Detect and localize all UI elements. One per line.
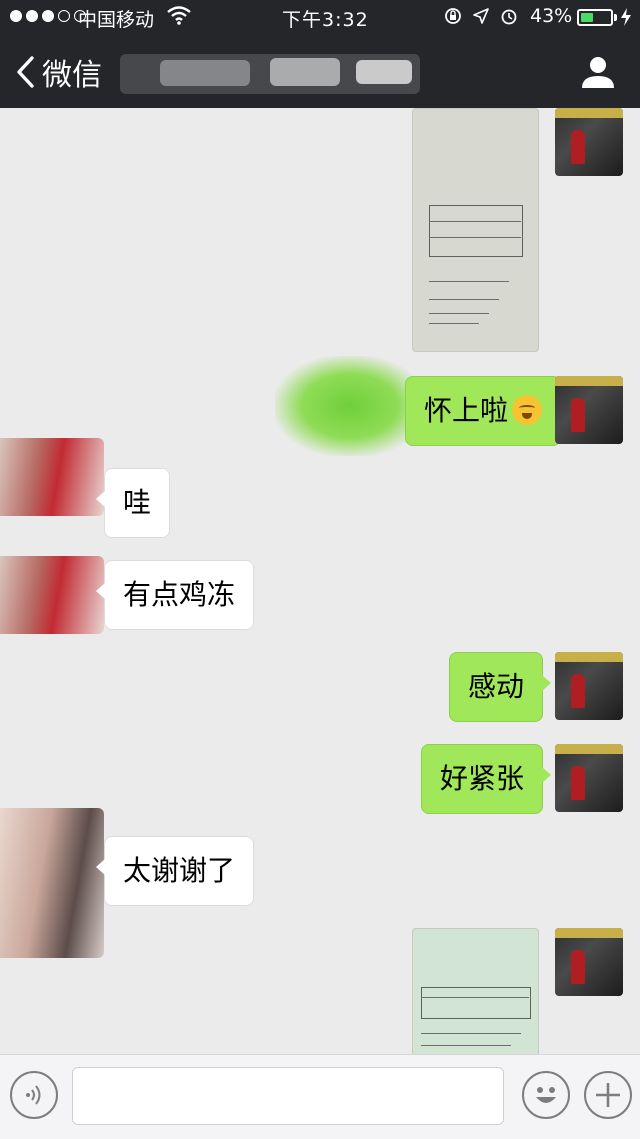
image-message[interactable] [412,928,539,1054]
message-text: 有点鸡冻 [123,578,236,611]
my-avatar[interactable] [555,652,623,720]
my-avatar[interactable] [555,108,623,176]
my-avatar[interactable] [555,744,623,812]
top-bar: 中国移动 下午3:32 43% 微信 [0,0,640,108]
input-bar [0,1054,640,1139]
message-text: 怀上啦 [424,394,509,427]
message-text: 感动 [468,670,525,703]
redacted-chat-title [120,50,420,96]
plus-icon [596,1083,620,1107]
message-input[interactable] [72,1067,504,1125]
alarm-clock-icon [501,9,517,25]
chat-message-list[interactable]: 怀上啦 哇 有点鸡冻 感动 好紧张 太谢谢了 [0,108,640,1054]
battery-level-fill [581,13,594,22]
smiley-icon [536,1087,556,1103]
clock: 下午3:32 [282,9,369,31]
battery-tip [614,14,617,21]
contact-avatar[interactable] [0,438,104,516]
image-message[interactable] [412,108,539,352]
location-arrow-icon [473,8,489,24]
emoji-button[interactable] [522,1071,570,1119]
charging-bolt-icon [621,8,631,26]
contact-avatar[interactable] [0,556,104,634]
more-options-button[interactable] [584,1071,632,1119]
message-text: 太谢谢了 [123,854,236,887]
battery-percent: 43% [530,5,573,27]
message-bubble[interactable]: 好紧张 [421,744,552,814]
voice-wave-icon [26,1085,41,1105]
contact-info-button[interactable] [578,52,618,92]
status-bar: 中国移动 下午3:32 43% [0,0,640,36]
voice-input-button[interactable] [10,1071,58,1119]
redaction-smudge [275,356,425,456]
wifi-icon [167,6,191,25]
message-bubble[interactable]: 怀上啦 [405,376,570,446]
orientation-lock-icon [445,8,461,24]
battery-icon [577,9,613,26]
contact-avatar[interactable] [0,808,104,958]
message-bubble[interactable]: 太谢谢了 [95,836,255,906]
nav-bar: 微信 [0,36,640,108]
chevron-left-icon [17,56,34,88]
message-bubble[interactable]: 哇 [95,468,171,538]
back-button[interactable]: 微信 [14,50,102,94]
blushing-face-icon [512,395,543,425]
my-avatar[interactable] [555,376,623,444]
back-label: 微信 [42,58,102,93]
message-text: 哇 [123,486,152,519]
message-bubble[interactable]: 有点鸡冻 [95,560,255,630]
message-text: 好紧张 [440,762,525,795]
message-bubble[interactable]: 感动 [449,652,552,722]
signal-strength-icon [10,10,86,22]
my-avatar[interactable] [555,928,623,996]
carrier-name: 中国移动 [78,9,155,31]
